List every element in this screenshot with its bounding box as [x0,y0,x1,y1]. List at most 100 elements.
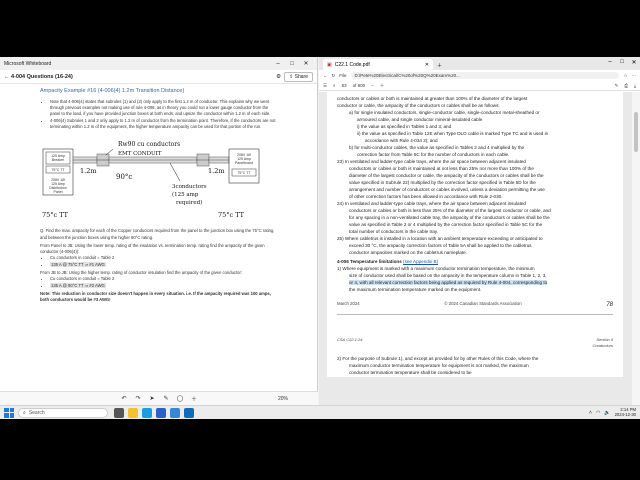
minimize-icon[interactable]: – [604,59,616,70]
page-footer: March 2024 © 2024 Canadian Standards Ass… [337,301,613,315]
new-tab-icon[interactable]: ＋ [433,62,446,70]
zoom-level[interactable]: 20% [278,396,288,402]
minimize-icon[interactable]: – [271,61,285,67]
shape-icon[interactable]: ◯ [175,394,185,404]
menu-icon[interactable]: ⋯ [632,73,637,79]
pdf-line: value specified in Subrule 22) multiplie… [349,180,536,186]
url-field[interactable]: D:/Pete%20Electrical/C%20of%20Q%20Exam%2… [350,72,620,79]
right-dist: 1.2m [208,167,225,175]
svg-text:Breaker: Breaker [52,158,65,162]
print-icon[interactable]: ⎙ [624,83,628,88]
taskbar: ⌕ Search ˄ ◠ 🔈 2:14 PM 2024-12-30 [0,405,640,419]
section-title: 4-006 Temperature limitations [337,258,402,264]
pdf-line: or 4, with all relevant correction facto… [337,279,613,287]
taskbar-search[interactable]: ⌕ Search [18,407,108,418]
close-icon[interactable]: ✕ [299,60,313,67]
system-tray: ˄ ◠ 🔈 2:14 PM 2024-12-30 [589,407,636,417]
pdf-line: a) for single insulated conductors, sing… [349,110,540,116]
zoom-in-icon[interactable]: ＋ [380,83,385,89]
draw-icon[interactable]: ✎ [615,83,619,89]
pdf-line: accordance with Rule 4-034 2); and [365,138,438,144]
note-item: 4-006(4) Subrules 1 and 2 only apply to … [50,118,278,130]
mid-temp: 90°c [116,173,132,181]
volume-icon[interactable]: 🔈 [604,410,610,416]
redo-icon[interactable]: ↷ [133,394,143,404]
clock[interactable]: 2:14 PM 2024-12-30 [615,407,636,417]
example-heading: Ampacity Example #16 (4-006(4) 1.2m Tran… [40,88,185,94]
app-title: Microsoft Whiteboard [4,60,52,67]
whiteboard-window: Microsoft Whiteboard – □ ✕ ← 4-004 Quest… [0,57,318,405]
desktop: Microsoft Whiteboard – □ ✕ ← 4-004 Quest… [0,57,640,419]
page-number[interactable]: 63 [342,83,347,88]
pdf-line: conductor termination temperature shall … [349,370,472,376]
whiteboard-toolbar: ← 4-004 Questions (16-24) ⚙ ⇪ Share [0,70,317,84]
mail-icon[interactable] [184,407,194,418]
share-button[interactable]: ⇪ Share [284,71,313,82]
pdf-window: ▣ C22.1 Code.pdf ✕ ＋ – □ ✕ ← ↻ File D:/P… [319,57,640,405]
pdf-line: conductor or cable, the ampacity of the … [337,103,500,109]
pdf-line: exceed 30 °C, the ampacity correction fa… [349,243,532,249]
pdf-line: 25) Where cabletrus is installed in a lo… [337,236,543,242]
zoom-out-icon[interactable]: − [371,83,374,88]
file-icon: File [339,73,347,78]
refresh-icon[interactable]: ↻ [332,73,336,79]
scroll-thumb[interactable] [634,112,638,152]
store-icon[interactable] [170,407,180,418]
save-icon[interactable]: ⤓ [634,83,636,88]
section-heading: 4-006 Temperature limitations (see Appen… [337,259,613,266]
wifi-icon[interactable]: ◠ [596,410,600,416]
pdf-line: the maximum termination temperature mark… [349,286,482,292]
answer-list-1: Cu conductors in conduit = Table 2 135 A… [40,255,278,268]
explorer-icon[interactable] [128,407,138,418]
answer-item: Cu conductors in conduit = Table 2 [50,255,278,261]
pdf-line: maximum conductor termination temperatur… [349,363,529,369]
answer-highlight: 135 A @ 90°C TT ⇒ #2 AWG [50,283,106,289]
pdf-line: diameter of the largest conductor or cab… [349,173,544,179]
maximize-icon[interactable]: □ [616,59,628,70]
whiteboard-app-icon[interactable] [156,407,166,418]
settings-icon[interactable]: ⚙ [276,74,281,80]
add-icon[interactable]: ＋ [189,394,199,404]
search-icon[interactable]: ⌕ [333,83,336,88]
svg-text:(125 amp: (125 amp [172,191,199,198]
note-text: Note: This reduction in conductor size d… [40,291,271,303]
pdf-scrollbar[interactable] [632,92,640,405]
pdf-line: 23) In ventilated and ladder-type cable … [337,159,526,165]
svg-text:Panelboard: Panelboard [235,161,253,165]
header-standard: CSA C22.1:24 [337,336,363,342]
start-icon[interactable] [4,407,14,418]
right-bottom-temp: 75°c TT [218,211,245,219]
left-bottom-temp: 75°c TT [42,211,69,219]
pdf-line: 24) In ventilated and ladder-type cable … [337,201,526,207]
pen-icon[interactable]: ✎ [161,394,171,404]
board-title[interactable]: 4-004 Questions (16-24) [11,74,73,80]
whiteboard-bottom-toolbar: ↶ ↷ ➤ ✎ ◯ ＋ 20% [0,391,318,405]
pointer-icon[interactable]: ➤ [147,394,157,404]
left-dist: 1.2m [80,167,97,175]
task-view-icon[interactable] [114,407,124,418]
pdf-line: for any spacing in a non-ventilated cabl… [349,215,550,221]
pdf-line: armoured cable, and single conductor min… [357,117,483,123]
page-header: CSA C22.1:24 Section 4 Conductors [337,337,613,348]
appendix-link[interactable]: (see Appendix B) [403,259,438,264]
close-icon[interactable]: ✕ [628,59,640,70]
undo-icon[interactable]: ↶ [119,394,129,404]
pdf-line: correction factor from Table 5C for the … [357,152,510,158]
pdf-line: ii) the value as specified in Table 12E … [357,131,549,137]
favorite-icon[interactable]: ☆ [623,73,627,79]
pdf-line: conductor ampacities marked on the cable… [349,250,467,256]
search-placeholder: Search [28,409,45,416]
answer-list-2: Cu conductors in conduit = Table 2 135 A… [40,276,278,289]
whiteboard-canvas[interactable]: Ampacity Example #16 (4-006(4) 1.2m Tran… [0,84,318,391]
pdf-viewer[interactable]: conductors or cables or both is maintain… [319,92,632,405]
maximize-icon[interactable]: □ [285,61,299,67]
chevron-up-icon[interactable]: ˄ [589,410,592,416]
contents-icon[interactable]: ☰ [323,83,327,89]
pdf-line: size of conductor used shall be based on… [349,272,547,278]
tab-pdf[interactable]: ▣ C22.1 Code.pdf ✕ [323,59,433,70]
back-icon[interactable]: ← [4,74,11,80]
edge-icon[interactable] [142,407,152,418]
tab-close-icon[interactable]: ✕ [425,62,429,68]
answer-item: 135 A @ 90°C TT ⇒ #2 AWG [50,283,278,289]
back-icon[interactable]: ← [323,73,328,78]
